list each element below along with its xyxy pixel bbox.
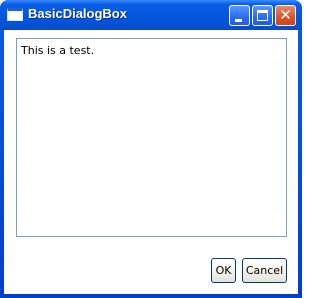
close-button[interactable]: ✕ <box>275 5 296 26</box>
window-title: BasicDialogBox <box>28 6 127 21</box>
maximize-button[interactable] <box>252 5 273 26</box>
dialog-client-area: This is a test. OK Cancel <box>4 30 298 294</box>
window-app-icon[interactable] <box>7 8 23 21</box>
ok-button[interactable]: OK <box>211 258 236 283</box>
minimize-icon <box>235 19 242 22</box>
close-icon: ✕ <box>279 6 292 24</box>
text-input-area[interactable]: This is a test. <box>16 38 287 237</box>
maximize-icon <box>257 10 268 21</box>
minimize-button[interactable] <box>229 5 250 26</box>
dialog-window: BasicDialogBox ✕ This is a test. OK Canc… <box>0 0 302 298</box>
title-bar[interactable]: BasicDialogBox ✕ <box>0 0 302 30</box>
cancel-button[interactable]: Cancel <box>242 258 287 283</box>
